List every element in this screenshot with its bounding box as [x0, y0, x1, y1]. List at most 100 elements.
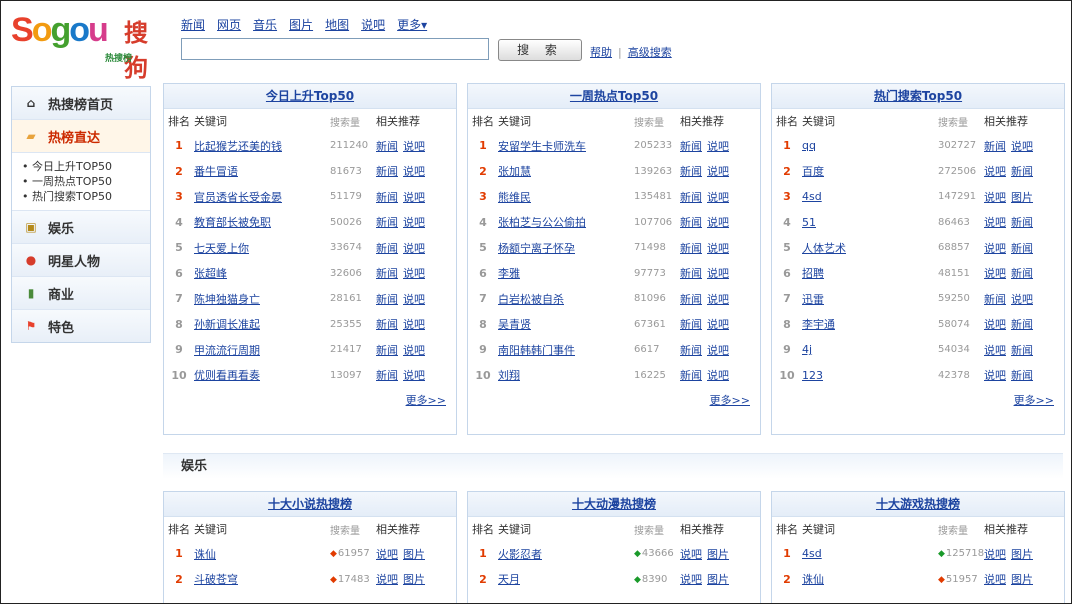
nav-music[interactable]: 音乐 — [253, 16, 277, 33]
row-related-link-1[interactable]: 说吧 — [984, 189, 1006, 205]
row-related-link-2[interactable]: 新闻 — [1011, 163, 1033, 179]
row-keyword[interactable]: 人体艺术 — [802, 240, 938, 256]
row-related-link-1[interactable]: 新闻 — [680, 163, 702, 179]
row-related-link-2[interactable]: 说吧 — [1011, 138, 1033, 154]
row-keyword[interactable]: 教育部长被免职 — [194, 214, 330, 230]
row-keyword[interactable]: 七天爱上你 — [194, 240, 330, 256]
row-related-link-1[interactable]: 新闻 — [680, 240, 702, 256]
sidebar-sub-week[interactable]: • 一周热点TOP50 — [22, 174, 150, 189]
sidebar-item-hot[interactable]: ▰ 热榜直达 — [12, 120, 150, 153]
row-related-link-1[interactable]: 说吧 — [984, 214, 1006, 230]
row-related-link-1[interactable]: 说吧 — [984, 265, 1006, 281]
row-keyword[interactable]: 官员透省长受金晏 — [194, 189, 330, 205]
panel-title-link[interactable]: 热门搜索Top50 — [874, 89, 962, 103]
row-related-link-1[interactable]: 说吧 — [984, 546, 1006, 562]
row-related-link-1[interactable]: 说吧 — [984, 342, 1006, 358]
row-keyword[interactable]: 番牛冒语 — [194, 163, 330, 179]
row-related-link-1[interactable]: 新闻 — [984, 291, 1006, 307]
panel-title-link[interactable]: 十大动漫热搜榜 — [572, 497, 656, 511]
panel-title-link[interactable]: 一周热点Top50 — [570, 89, 658, 103]
row-related-link-1[interactable]: 新闻 — [984, 138, 1006, 154]
row-related-link-2[interactable]: 说吧 — [403, 291, 425, 307]
row-related-link-2[interactable]: 新闻 — [1011, 265, 1033, 281]
row-related-link-1[interactable]: 新闻 — [376, 342, 398, 358]
row-related-link-2[interactable]: 说吧 — [707, 214, 729, 230]
row-related-link-2[interactable]: 图片 — [1011, 571, 1033, 587]
row-keyword[interactable]: 张柏芝与公公偷拍 — [498, 214, 634, 230]
row-keyword[interactable]: 火影忍者 — [498, 546, 634, 562]
row-related-link-2[interactable]: 说吧 — [707, 240, 729, 256]
nav-images[interactable]: 图片 — [289, 16, 313, 33]
row-related-link-2[interactable]: 说吧 — [403, 342, 425, 358]
row-related-link-1[interactable]: 新闻 — [376, 240, 398, 256]
row-related-link-2[interactable]: 新闻 — [1011, 316, 1033, 332]
more-link[interactable]: 更多>> — [710, 394, 750, 407]
row-keyword[interactable]: 李雅 — [498, 265, 634, 281]
row-keyword[interactable]: 4j — [802, 343, 938, 356]
row-related-link-2[interactable]: 说吧 — [403, 265, 425, 281]
row-keyword[interactable]: 迅雷 — [802, 291, 938, 307]
nav-shuoba[interactable]: 说吧 — [361, 16, 385, 33]
row-keyword[interactable]: 南阳韩韩门事件 — [498, 342, 634, 358]
row-related-link-1[interactable]: 新闻 — [680, 138, 702, 154]
help-link[interactable]: 帮助 — [590, 46, 612, 59]
sidebar-item-special[interactable]: ⚑ 特色 — [12, 310, 150, 342]
row-related-link-2[interactable]: 说吧 — [1011, 291, 1033, 307]
row-keyword[interactable]: qq — [802, 139, 938, 152]
row-related-link-2[interactable]: 图片 — [707, 571, 729, 587]
search-input[interactable] — [181, 38, 489, 60]
row-keyword[interactable]: 杨额宁离子怀孕 — [498, 240, 634, 256]
row-keyword[interactable]: 4sd — [802, 190, 938, 203]
panel-title-link[interactable]: 十大小说热搜榜 — [268, 497, 352, 511]
row-keyword[interactable]: 斗破苍穹 — [194, 571, 330, 587]
row-related-link-1[interactable]: 说吧 — [680, 546, 702, 562]
row-related-link-2[interactable]: 说吧 — [403, 214, 425, 230]
row-keyword[interactable]: 甲流流行周期 — [194, 342, 330, 358]
row-related-link-2[interactable]: 新闻 — [1011, 214, 1033, 230]
row-related-link-2[interactable]: 图片 — [707, 546, 729, 562]
row-related-link-1[interactable]: 新闻 — [376, 163, 398, 179]
row-related-link-1[interactable]: 新闻 — [376, 214, 398, 230]
row-related-link-1[interactable]: 新闻 — [376, 189, 398, 205]
sidebar-sub-top[interactable]: • 热门搜索TOP50 — [22, 189, 150, 204]
row-related-link-1[interactable]: 新闻 — [376, 367, 398, 383]
row-related-link-2[interactable]: 图片 — [403, 571, 425, 587]
row-keyword[interactable]: 优则看再看奏 — [194, 367, 330, 383]
row-related-link-1[interactable]: 说吧 — [984, 163, 1006, 179]
row-related-link-1[interactable]: 新闻 — [376, 265, 398, 281]
row-keyword[interactable]: 陈坤独猫身亡 — [194, 291, 330, 307]
row-keyword[interactable]: 张加慧 — [498, 163, 634, 179]
nav-web[interactable]: 网页 — [217, 16, 241, 33]
row-related-link-1[interactable]: 新闻 — [376, 138, 398, 154]
row-related-link-2[interactable]: 说吧 — [707, 342, 729, 358]
row-related-link-2[interactable]: 新闻 — [1011, 367, 1033, 383]
row-related-link-1[interactable]: 说吧 — [984, 240, 1006, 256]
more-link[interactable]: 更多>> — [1014, 394, 1054, 407]
row-related-link-1[interactable]: 新闻 — [680, 367, 702, 383]
row-related-link-2[interactable]: 新闻 — [1011, 240, 1033, 256]
nav-news[interactable]: 新闻 — [181, 16, 205, 33]
nav-more[interactable]: 更多▾ — [397, 16, 427, 33]
row-keyword[interactable]: 孙新调长准起 — [194, 316, 330, 332]
row-keyword[interactable]: 吴青贤 — [498, 316, 634, 332]
row-related-link-1[interactable]: 新闻 — [376, 316, 398, 332]
row-keyword[interactable]: 4sd — [802, 547, 938, 560]
row-related-link-1[interactable]: 说吧 — [376, 546, 398, 562]
row-keyword[interactable]: 123 — [802, 369, 938, 382]
row-related-link-1[interactable]: 新闻 — [680, 214, 702, 230]
row-related-link-2[interactable]: 新闻 — [1011, 342, 1033, 358]
row-keyword[interactable]: 百度 — [802, 163, 938, 179]
sogou-logo[interactable]: Sogou 搜狗 热搜榜 — [11, 11, 171, 82]
row-related-link-1[interactable]: 新闻 — [680, 291, 702, 307]
row-keyword[interactable]: 安留学生卡师洗车 — [498, 138, 634, 154]
row-keyword[interactable]: 天月 — [498, 571, 634, 587]
row-related-link-2[interactable]: 说吧 — [403, 138, 425, 154]
row-related-link-2[interactable]: 说吧 — [707, 265, 729, 281]
row-related-link-2[interactable]: 说吧 — [707, 291, 729, 307]
sidebar-item-celebrity[interactable]: ● 明星人物 — [12, 244, 150, 277]
row-related-link-2[interactable]: 说吧 — [403, 240, 425, 256]
row-related-link-1[interactable]: 新闻 — [680, 265, 702, 281]
row-related-link-2[interactable]: 说吧 — [707, 138, 729, 154]
row-keyword[interactable]: 诛仙 — [802, 571, 938, 587]
row-related-link-2[interactable]: 说吧 — [707, 189, 729, 205]
